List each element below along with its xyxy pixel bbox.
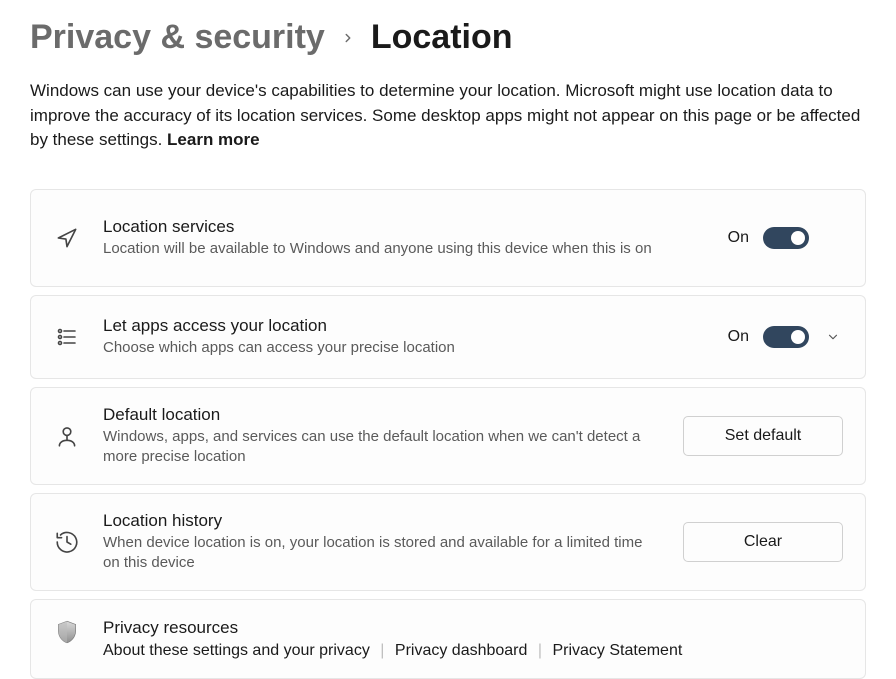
shield-icon [53, 618, 81, 646]
privacy-links: About these settings and your privacy | … [103, 642, 843, 660]
apps-access-toggle[interactable] [763, 326, 809, 348]
chevron-right-icon [341, 31, 355, 45]
location-services-toggle[interactable] [763, 227, 809, 249]
chevron-down-icon[interactable] [823, 330, 843, 344]
card-title: Default location [103, 405, 661, 425]
page-intro: Windows can use your device's capabiliti… [30, 79, 866, 153]
breadcrumb-parent[interactable]: Privacy & security [30, 18, 325, 57]
link-privacy-statement[interactable]: Privacy Statement [552, 642, 682, 659]
map-pin-icon [53, 422, 81, 450]
card-default-location: Default location Windows, apps, and serv… [30, 387, 866, 485]
link-separator: | [538, 642, 542, 659]
history-icon [53, 528, 81, 556]
clear-history-button[interactable]: Clear [683, 522, 843, 562]
card-apps-access[interactable]: Let apps access your location Choose whi… [30, 295, 866, 379]
card-desc: Location will be available to Windows an… [103, 239, 663, 259]
card-desc: When device location is on, your locatio… [103, 533, 661, 574]
page-title: Location [371, 18, 513, 57]
link-separator: | [380, 642, 384, 659]
card-location-history: Location history When device location is… [30, 493, 866, 591]
card-title: Privacy resources [103, 618, 843, 638]
card-location-services: Location services Location will be avail… [30, 189, 866, 287]
link-about-settings[interactable]: About these settings and your privacy [103, 642, 370, 659]
card-title: Let apps access your location [103, 316, 706, 336]
intro-text: Windows can use your device's capabiliti… [30, 81, 860, 149]
link-privacy-dashboard[interactable]: Privacy dashboard [395, 642, 528, 659]
location-arrow-icon [53, 224, 81, 252]
settings-card-list: Location services Location will be avail… [30, 189, 866, 679]
breadcrumb: Privacy & security Location [30, 18, 866, 57]
card-title: Location services [103, 217, 706, 237]
card-desc: Windows, apps, and services can use the … [103, 427, 661, 468]
toggle-state-label: On [728, 229, 749, 247]
toggle-state-label: On [728, 328, 749, 346]
card-desc: Choose which apps can access your precis… [103, 338, 663, 358]
card-privacy-resources: Privacy resources About these settings a… [30, 599, 866, 679]
list-settings-icon [53, 323, 81, 351]
set-default-button[interactable]: Set default [683, 416, 843, 456]
learn-more-link[interactable]: Learn more [167, 130, 260, 149]
card-title: Location history [103, 511, 661, 531]
